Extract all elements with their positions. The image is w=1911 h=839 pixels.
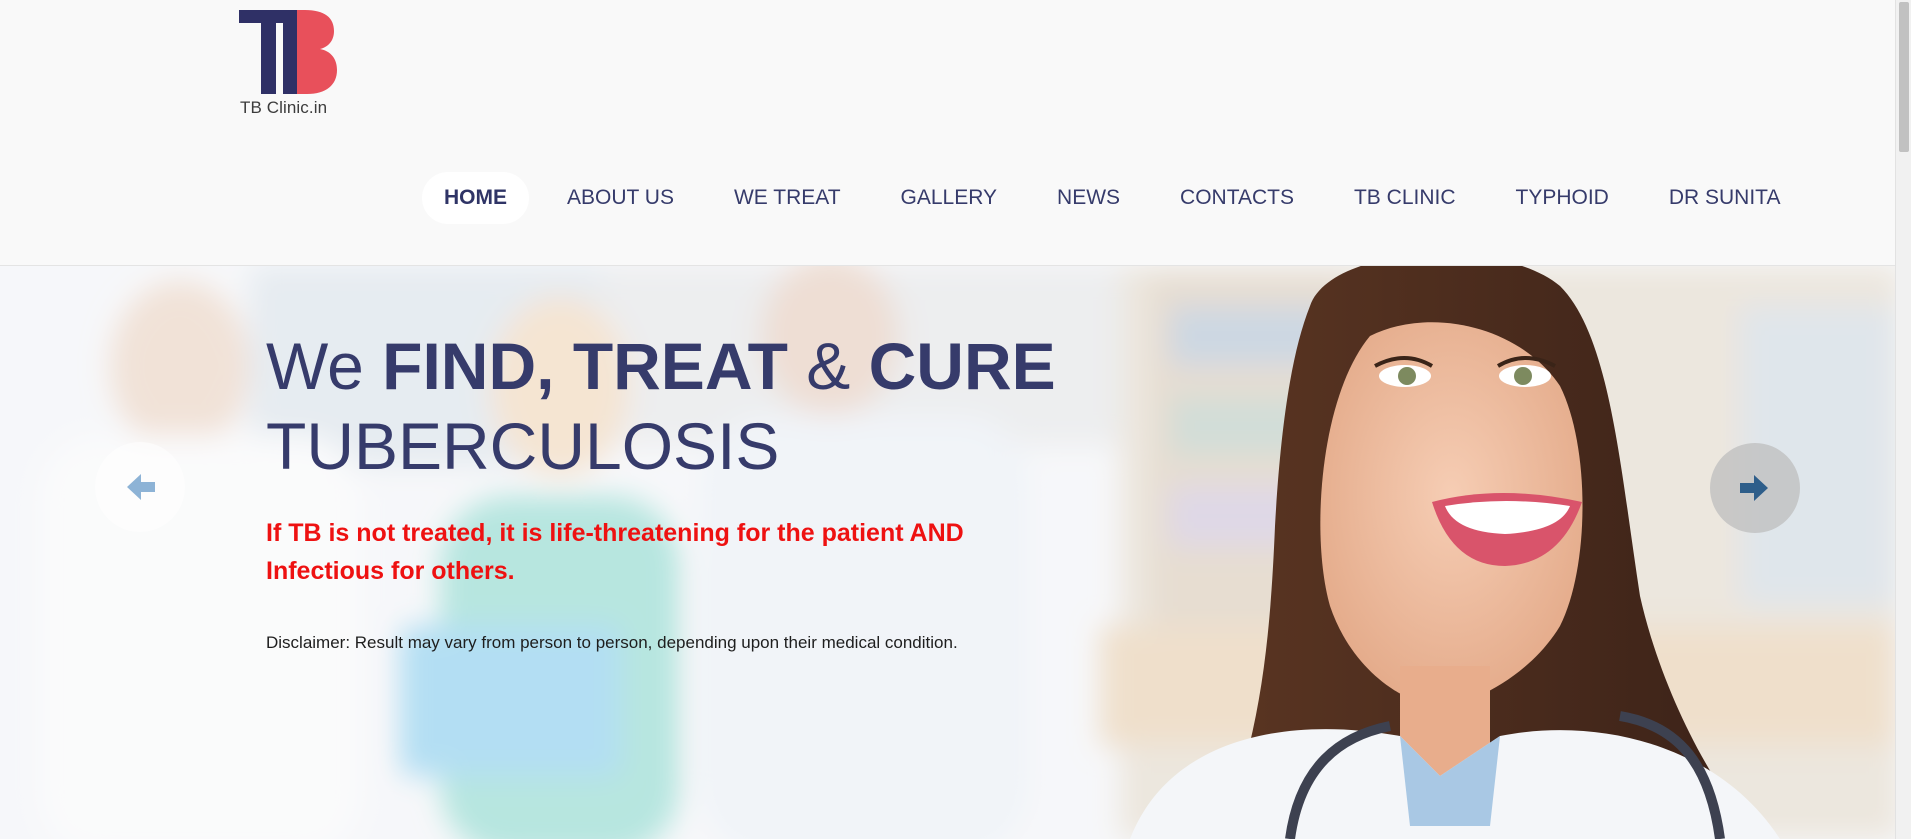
hero-disclaimer: Disclaimer: Result may vary from person … xyxy=(266,633,958,652)
nav-news[interactable]: NEWS xyxy=(1035,172,1142,224)
slider-next-button[interactable] xyxy=(1710,443,1800,533)
logo-mark xyxy=(239,10,337,94)
hero-slider: We FIND, TREAT & CURE TUBERCULOSIS If TB… xyxy=(0,266,1895,839)
hero-title-find: FIND, xyxy=(382,329,555,403)
hero-title: We FIND, TREAT & CURE TUBERCULOSIS xyxy=(266,326,1056,486)
hero-title-cure: CURE xyxy=(868,329,1056,403)
nav-about-us[interactable]: ABOUT US xyxy=(545,172,696,224)
arrow-right-icon xyxy=(1740,475,1768,501)
hero-title-treat: TREAT xyxy=(572,329,788,403)
scrollbar-thumb[interactable] xyxy=(1899,2,1909,152)
page-scrollbar[interactable] xyxy=(1895,0,1911,839)
site-header: TB Clinic.in HOME ABOUT US WE TREAT GALL… xyxy=(0,0,1895,266)
hero-title-amp: & xyxy=(806,329,851,403)
nav-we-treat[interactable]: WE TREAT xyxy=(712,172,863,224)
hero-alert-text: If TB is not treated, it is life-threate… xyxy=(266,519,964,585)
nav-dr-sunita[interactable]: DR SUNITA xyxy=(1647,172,1803,224)
nav-home[interactable]: HOME xyxy=(422,172,529,224)
slider-prev-button[interactable] xyxy=(95,442,185,532)
logo-text: TB Clinic.in xyxy=(240,98,328,117)
hero-title-we: We xyxy=(266,329,364,403)
arrow-left-icon xyxy=(127,474,155,500)
hero-title-line2: TUBERCULOSIS xyxy=(266,409,780,483)
nav-typhoid[interactable]: TYPHOID xyxy=(1494,172,1631,224)
page: TB Clinic.in HOME ABOUT US WE TREAT GALL… xyxy=(0,0,1911,839)
nav-tb-clinic[interactable]: TB CLINIC xyxy=(1332,172,1478,224)
main-nav: HOME ABOUT US WE TREAT GALLERY NEWS CONT… xyxy=(422,171,1818,225)
nav-contacts[interactable]: CONTACTS xyxy=(1158,172,1316,224)
nav-gallery[interactable]: GALLERY xyxy=(879,172,1020,224)
site-logo[interactable]: TB Clinic.in xyxy=(239,8,339,118)
